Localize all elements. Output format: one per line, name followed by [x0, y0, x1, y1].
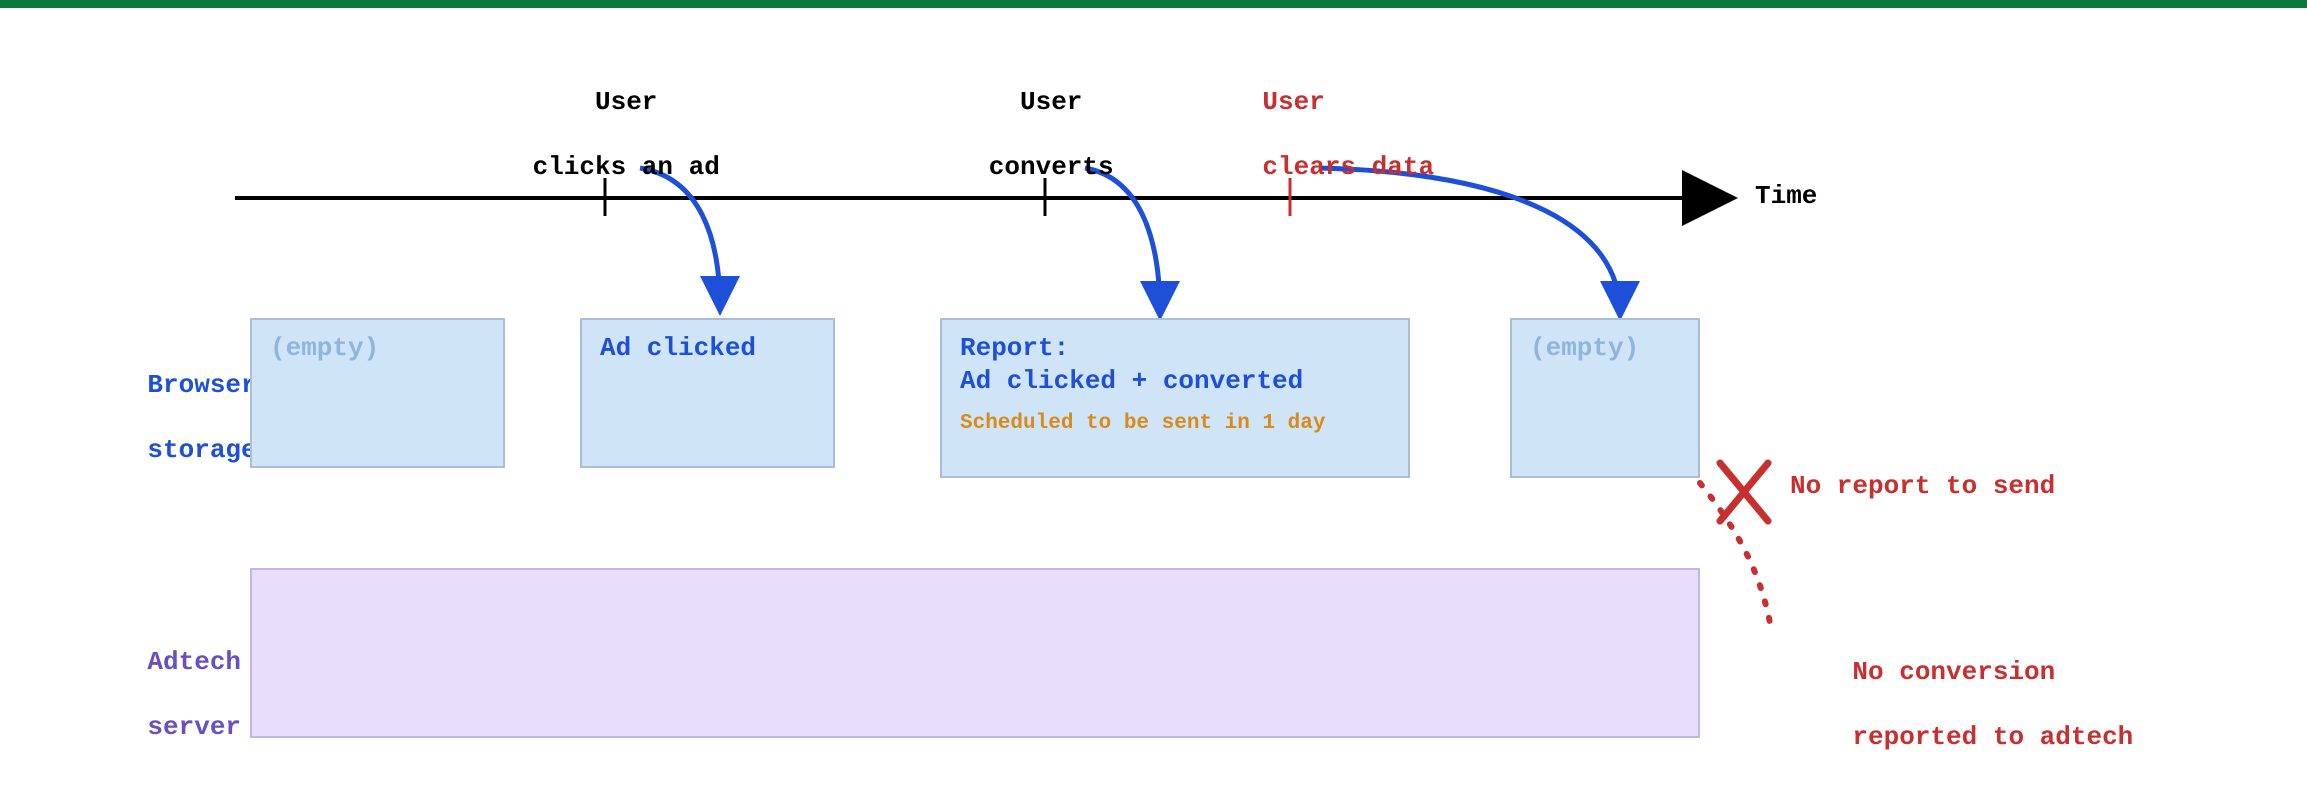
- event-convert-label: User converts: [926, 53, 1113, 216]
- diagram-stage: User clicks an ad User converts User cle…: [0, 0, 2307, 807]
- arrow-failed-send: [1700, 483, 1770, 623]
- storage-box-empty-after: (empty): [1510, 318, 1700, 478]
- storage-box-note: Scheduled to be sent in 1 day: [960, 411, 1390, 437]
- storage-box-ad-clicked: Ad clicked: [580, 318, 835, 468]
- row-label-browser-storage: Browser storage: [85, 336, 257, 499]
- row-label-adtech-server: Adtech server: [85, 613, 241, 776]
- storage-box-empty-before: (empty): [250, 318, 505, 468]
- annotation-no-report: No report to send: [1790, 470, 2055, 503]
- event-clear-label: User clears data: [1200, 53, 1434, 216]
- storage-box-line2: Ad clicked + converted: [960, 365, 1390, 398]
- storage-box-text: Ad clicked: [600, 333, 756, 363]
- storage-box-line1: Report:: [960, 332, 1390, 365]
- storage-box-text: (empty): [270, 333, 379, 363]
- storage-box-text: (empty): [1530, 333, 1639, 363]
- timeline-axis-label: Time: [1755, 180, 1817, 213]
- x-mark: [1720, 463, 1768, 521]
- adtech-server-box: [250, 568, 1700, 738]
- storage-box-report: Report: Ad clicked + converted Scheduled…: [940, 318, 1410, 478]
- event-click-label: User clicks an ad: [470, 53, 720, 216]
- annotation-no-conversion: No conversion reported to adtech: [1790, 623, 2133, 786]
